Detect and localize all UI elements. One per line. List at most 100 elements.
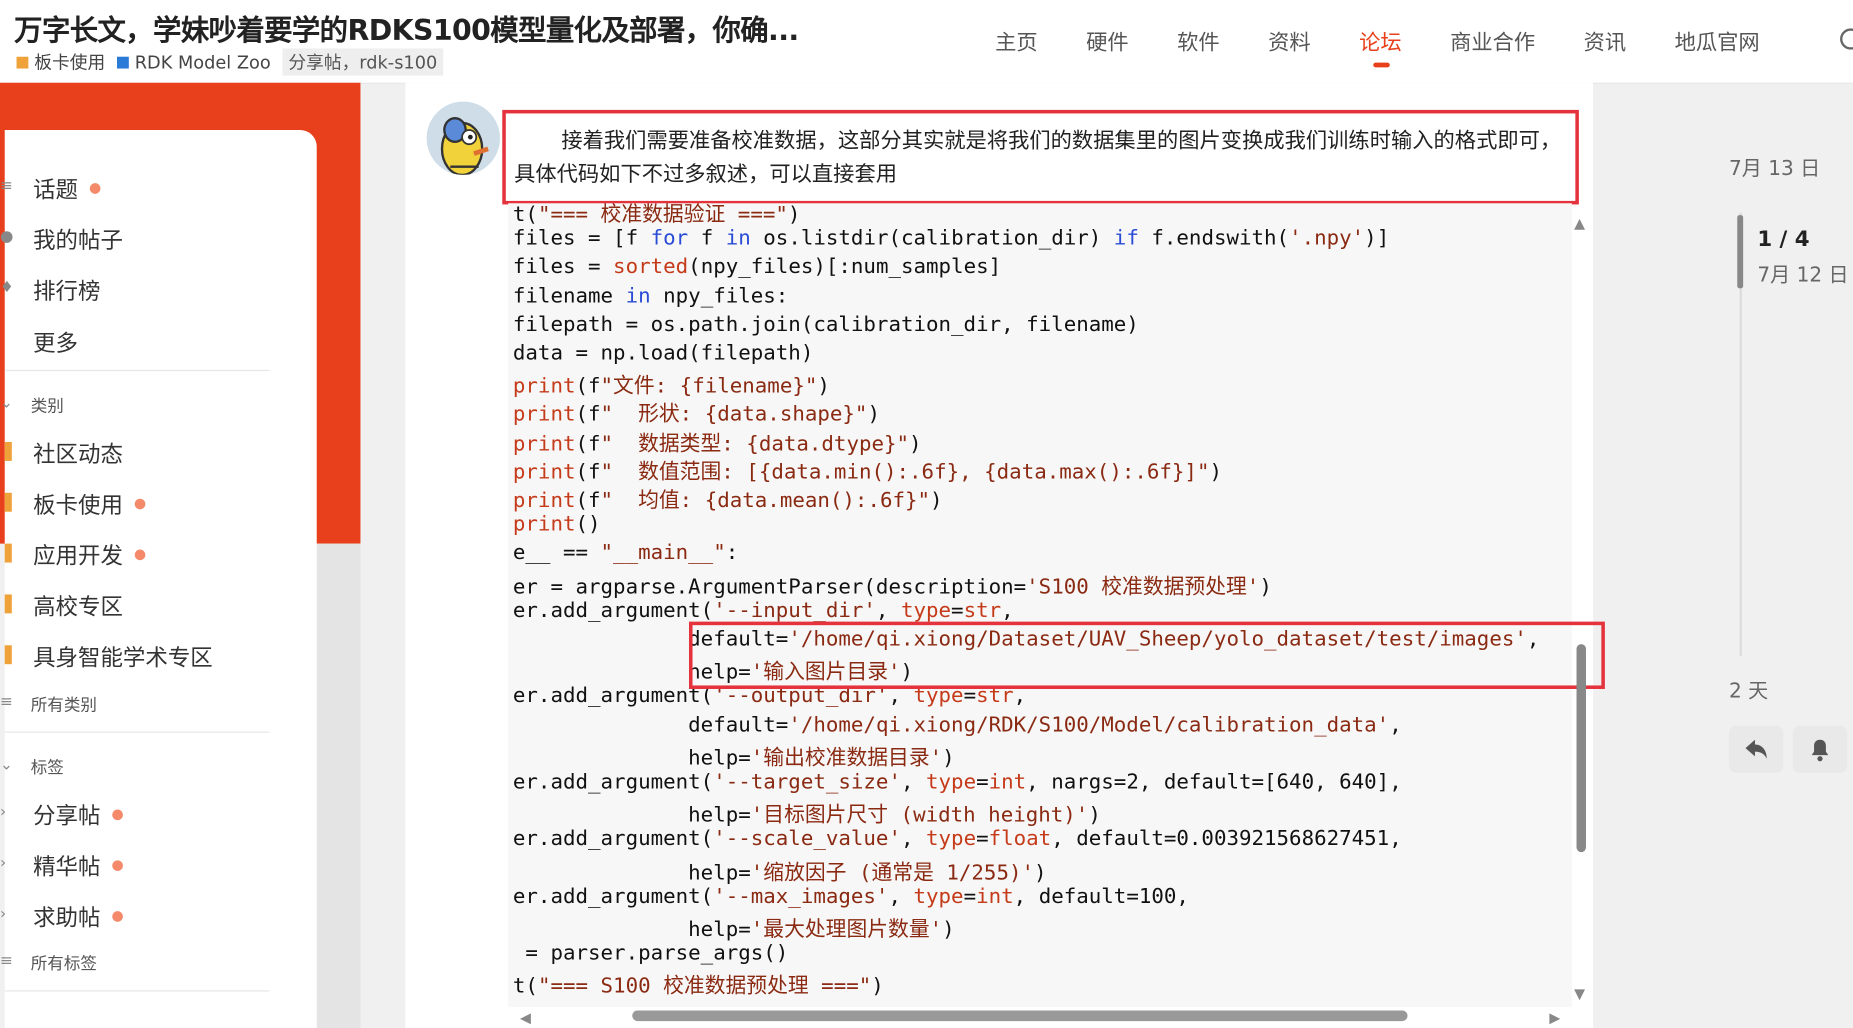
code-line: filepath = os.path.join(calibration_dir,…: [512, 312, 1139, 337]
topic-meta: 板卡使用 RDK Model Zoo 分享帖，rdk-s100: [16, 48, 444, 76]
tag-icon: ›: [0, 803, 7, 822]
unread-dot: [134, 498, 146, 510]
sidebar-category-board-usage[interactable]: 板卡使用: [33, 488, 146, 520]
scroll-down-icon[interactable]: ▼: [1574, 986, 1585, 1003]
category-badge-model-zoo[interactable]: RDK Model Zoo: [117, 51, 271, 73]
category-color-bar: [4, 441, 12, 461]
nav-forum[interactable]: 论坛: [1359, 26, 1402, 68]
code-line: = parser.parse_args(): [512, 942, 789, 966]
unread-dot: [112, 809, 123, 821]
nav-official-site[interactable]: 地瓜官网: [1675, 26, 1760, 57]
scroll-up-icon[interactable]: ▲: [1574, 215, 1585, 232]
horizontal-scrollbar[interactable]: [632, 1010, 1408, 1022]
categories-heading[interactable]: 类别: [31, 394, 64, 418]
vertical-scrollbar[interactable]: [1576, 644, 1586, 853]
search-icon[interactable]: [1840, 28, 1853, 50]
tag-icon: ›: [0, 905, 7, 923]
page-title[interactable]: 万字长文，学妹吵着要学的RDKS100模型量化及部署，你确...: [14, 7, 799, 48]
sidebar-divider: [4, 731, 270, 733]
bell-icon: [1811, 739, 1829, 762]
avatar-illustration: [426, 101, 500, 175]
sidebar-tag-share[interactable]: 分享帖: [33, 799, 123, 831]
unread-dot: [112, 860, 123, 871]
code-line: er = argparse.ArgumentParser(description…: [512, 575, 1272, 599]
timeline-start-date[interactable]: 7月 13 日: [1729, 151, 1820, 181]
sidebar-category-university[interactable]: 高校专区: [33, 590, 123, 622]
nav-docs[interactable]: 资料: [1268, 26, 1311, 57]
chevron-down-icon[interactable]: ⌄: [0, 395, 13, 413]
nav-software[interactable]: 软件: [1177, 26, 1220, 57]
topics-icon: ≡: [0, 177, 13, 195]
code-line: print(): [512, 513, 601, 537]
sidebar-tag-featured[interactable]: 精华帖: [33, 850, 123, 882]
user-icon: ●: [0, 228, 14, 246]
sidebar-category-community[interactable]: 社区动态: [33, 437, 123, 469]
scroll-right-icon[interactable]: ▶: [1549, 1009, 1560, 1026]
code-line: er.add_argument('--max_images', type=int…: [512, 884, 1189, 909]
sidebar-item-label: 高校专区: [33, 594, 123, 621]
code-line: print(f" 数值范围: [{data.min():.6f}, {data.…: [512, 460, 1222, 485]
post-paragraph: 接着我们需要准备校准数据，这部分其实就是将我们的数据集里的图片变换成我们训练时输…: [514, 125, 1578, 191]
code-line: help='最大处理图片数量'): [512, 918, 955, 942]
sidebar-category-app-dev[interactable]: 应用开发: [33, 539, 146, 571]
sidebar-category-embodied-ai[interactable]: 具身智能学术专区: [33, 641, 213, 673]
chevron-down-icon[interactable]: ⌄: [0, 756, 13, 774]
sidebar-divider: [4, 369, 270, 372]
list-icon: ≡: [0, 952, 13, 971]
all-categories-link[interactable]: 所有类别: [31, 693, 97, 717]
sidebar-gutter: [316, 543, 361, 1028]
all-tags-link[interactable]: 所有标签: [31, 951, 97, 975]
category-color-bar: [4, 543, 12, 563]
code-line: help='输入图片目录'): [512, 660, 914, 685]
sidebar-item-label: 社区动态: [33, 441, 123, 468]
unread-dot: [134, 549, 146, 561]
scroll-left-icon[interactable]: ◀: [520, 1009, 531, 1026]
code-line: print(f" 数据类型: {data.dtype}"): [512, 432, 922, 456]
notification-button[interactable]: [1792, 725, 1848, 773]
category-color-bar: [4, 492, 12, 512]
tags-heading[interactable]: 标签: [31, 755, 64, 779]
code-line: help='缩放因子 (通常是 1/255)'): [512, 861, 1047, 885]
sidebar-item-leaderboard[interactable]: 排行榜: [33, 274, 100, 306]
sidebar-item-label: 我的帖子: [33, 228, 123, 255]
avatar[interactable]: [426, 101, 500, 175]
category-badge-board[interactable]: 板卡使用: [16, 50, 106, 75]
list-icon: ≡: [0, 693, 13, 712]
trophy-icon: ♦: [0, 278, 14, 297]
sidebar-item-label: 分享帖: [33, 803, 101, 830]
timeline-last-activity[interactable]: 2 天: [1729, 674, 1768, 704]
category-color-bar: [4, 594, 12, 614]
code-line: er.add_argument('--output_dir', type=str…: [512, 684, 1027, 709]
code-line: t("=== S100 校准数据预处理 ==="): [512, 975, 884, 1000]
post-text-line-2: 具体代码如下不过多叙述，可以直接套用: [514, 161, 897, 187]
code-line: er.add_argument('--scale_value', type=fl…: [512, 827, 1402, 852]
topic-tags[interactable]: 分享帖，rdk-s100: [282, 48, 444, 76]
nav-business[interactable]: 商业合作: [1450, 26, 1535, 57]
nav-home[interactable]: 主页: [995, 26, 1038, 57]
sidebar-item-label: 话题: [33, 177, 79, 204]
sidebar-item-more[interactable]: 更多: [33, 326, 78, 358]
code-line: filename in npy_files:: [512, 284, 789, 308]
sidebar-item-label: 排行榜: [33, 278, 101, 305]
category-color-square: [16, 56, 29, 68]
sidebar-item-topics[interactable]: 话题: [33, 173, 101, 205]
reply-button[interactable]: [1728, 725, 1784, 773]
nav-hardware[interactable]: 硬件: [1086, 26, 1129, 57]
sidebar-item-label: 应用开发: [33, 543, 123, 570]
timeline-current-date: 7月 12 日: [1757, 263, 1849, 288]
code-line: print(f" 均值: {data.mean():.6f}"): [512, 489, 943, 513]
nav-news[interactable]: 资讯: [1584, 26, 1627, 57]
sidebar-item-label: 求助帖: [33, 905, 101, 932]
sidebar-item-my-posts[interactable]: 我的帖子: [33, 223, 123, 255]
category-color-bar: [4, 645, 12, 665]
code-line: er.add_argument('--target_size', type=in…: [512, 770, 1402, 795]
sidebar-tag-help[interactable]: 求助帖: [33, 901, 123, 933]
code-line: print(f"文件: {filename}"): [512, 374, 830, 399]
sidebar-item-label: 板卡使用: [33, 492, 123, 519]
code-line: print(f" 形状: {data.shape}"): [512, 403, 880, 428]
unread-dot: [89, 183, 101, 194]
unread-dot: [112, 911, 123, 922]
tag-icon: ›: [0, 854, 7, 873]
code-line: er.add_argument('--input_dir', type=str,: [512, 598, 1014, 623]
timeline-handle[interactable]: [1737, 215, 1744, 289]
